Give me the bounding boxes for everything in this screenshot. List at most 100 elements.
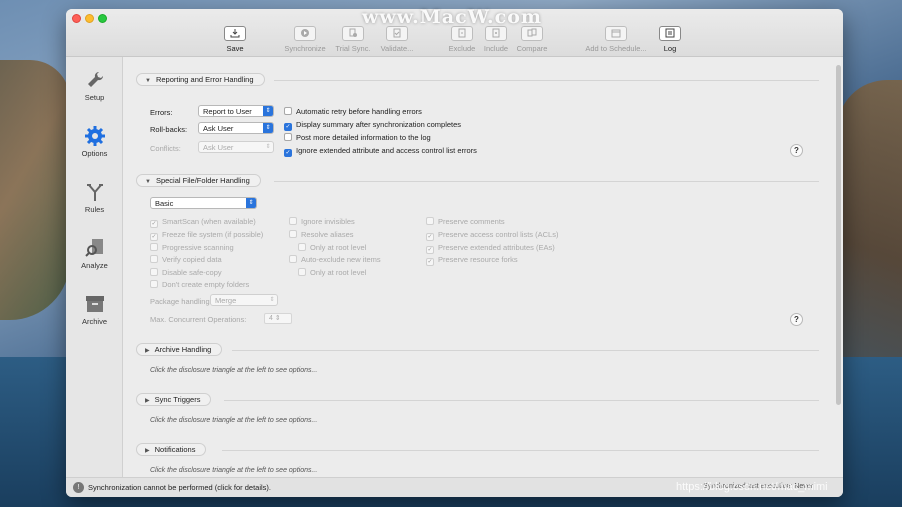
close-window-button[interactable]: [72, 14, 81, 23]
sidebar-item-rules[interactable]: Rules: [66, 181, 123, 214]
checkbox-label: Preserve extended attributes (EAs): [438, 243, 555, 252]
section-divider: [274, 181, 819, 182]
reporting-help-button[interactable]: ?: [790, 144, 803, 157]
status-message[interactable]: Synchronization cannot be performed (cli…: [88, 483, 271, 492]
checkbox-label: Disable safe-copy: [162, 268, 222, 277]
package-handling-label: Package handling:: [150, 297, 212, 306]
section-reporting-title: Reporting and Error Handling: [155, 75, 254, 84]
special-help-button[interactable]: ?: [790, 313, 803, 326]
sidebar-item-label: Archive: [81, 317, 107, 326]
popup-arrows-icon: ⇕: [265, 144, 271, 150]
disable-safe-copy-checkbox[interactable]: Disable safe-copy: [150, 268, 222, 277]
verify-data-checkbox[interactable]: Verify copied data: [150, 255, 222, 264]
ignore-invisibles-checkbox[interactable]: Ignore invisibles: [289, 217, 355, 226]
checkbox-box: [150, 280, 158, 288]
rollbacks-popup[interactable]: Ask User ⇕: [198, 122, 274, 134]
checkmark-icon: ✓: [426, 258, 434, 266]
rules-fork-icon: [86, 184, 103, 201]
notifications-hint: Click the disclosure triangle at the lef…: [150, 467, 318, 474]
toolbar-trial-sync-label: Trial Sync.: [335, 44, 371, 53]
vertical-scrollbar[interactable]: [836, 65, 841, 405]
checkbox-label: Display summary after synchronization co…: [296, 120, 462, 129]
ignore-ea-errors-checkbox[interactable]: ✓ Ignore extended attribute and access co…: [284, 146, 477, 157]
save-icon: [224, 26, 246, 41]
schedule-icon: [605, 26, 627, 41]
no-empty-folders-checkbox[interactable]: Don't create empty folders: [150, 280, 249, 289]
sidebar: Setup Options Rules Analyze Archive: [66, 57, 123, 477]
retry-checkbox[interactable]: Automatic retry before handling errors: [284, 107, 422, 116]
checkbox-label: Preserve access control lists (ACLs): [438, 230, 559, 239]
toolbar-log-button[interactable]: Log: [644, 26, 696, 53]
detailed-log-checkbox[interactable]: Post more detailed information to the lo…: [284, 133, 431, 142]
exclude-root-only-checkbox[interactable]: Only at root level: [298, 268, 366, 277]
section-divider: [222, 450, 819, 451]
warning-icon: !: [73, 482, 84, 493]
minimize-window-button[interactable]: [85, 14, 94, 23]
disclosure-closed-icon[interactable]: ▶: [145, 346, 150, 356]
popup-arrows-icon: ⇕: [263, 123, 273, 133]
errors-label: Errors:: [150, 108, 173, 117]
freeze-fs-checkbox[interactable]: ✓ Freeze file system (if possible): [150, 230, 263, 241]
magnifier-doc-icon: [84, 239, 103, 257]
toolbar-log-label: Log: [663, 44, 677, 53]
toolbar-save-button[interactable]: Save: [209, 26, 261, 53]
section-notifications-header[interactable]: ▶ Notifications: [136, 443, 207, 456]
disclosure-closed-icon[interactable]: ▶: [145, 396, 150, 406]
compare-icon: [521, 26, 543, 41]
sidebar-item-label: Options: [81, 149, 108, 158]
zoom-window-button[interactable]: [98, 14, 107, 23]
section-reporting-header[interactable]: ▼ Reporting and Error Handling: [136, 73, 265, 86]
checkbox-box: [298, 243, 306, 251]
section-special-title: Special File/Folder Handling: [155, 176, 250, 185]
checkbox-box: [284, 107, 292, 115]
preserve-acls-checkbox[interactable]: ✓ Preserve access control lists (ACLs): [426, 230, 558, 241]
display-summary-checkbox[interactable]: ✓ Display summary after synchronization c…: [284, 120, 461, 131]
toolbar-validate-button[interactable]: Validate...: [371, 26, 423, 53]
disclosure-closed-icon[interactable]: ▶: [145, 446, 150, 456]
checkbox-box: [150, 268, 158, 276]
package-handling-value: Merge: [215, 296, 237, 305]
wrench-icon: [87, 71, 103, 87]
rollbacks-popup-value: Ask User: [203, 124, 234, 133]
aliases-root-only-checkbox[interactable]: Only at root level: [298, 243, 366, 252]
special-mode-popup[interactable]: Basic ⇕: [150, 197, 257, 209]
toolbar-compare-button[interactable]: Compare: [506, 26, 558, 53]
checkbox-label: Don't create empty folders: [162, 280, 250, 289]
section-special-header[interactable]: ▼ Special File/Folder Handling: [136, 174, 261, 187]
sidebar-item-setup[interactable]: Setup: [66, 69, 123, 102]
checkbox-label: Only at root level: [310, 268, 367, 277]
disclosure-open-icon[interactable]: ▼: [145, 76, 151, 86]
toolbar-validate-label: Validate...: [380, 44, 414, 53]
checkbox-label: Ignore invisibles: [301, 217, 355, 226]
toolbar-synchronize-button[interactable]: Synchronize: [279, 26, 331, 53]
concurrent-ops-stepper[interactable]: 4 ⇕: [264, 313, 292, 324]
sidebar-item-analyze[interactable]: Analyze: [66, 237, 123, 270]
progressive-scan-checkbox[interactable]: Progressive scanning: [150, 243, 234, 252]
archive-hint: Click the disclosure triangle at the lef…: [150, 367, 318, 374]
popup-arrows-icon: ⇕: [246, 198, 256, 208]
sidebar-item-archive[interactable]: Archive: [66, 293, 123, 326]
auto-exclude-checkbox[interactable]: Auto-exclude new items: [289, 255, 381, 264]
preserve-eas-checkbox[interactable]: ✓ Preserve extended attributes (EAs): [426, 243, 555, 254]
sidebar-item-options[interactable]: Options: [66, 125, 123, 158]
rollbacks-label: Roll-backs:: [150, 125, 188, 134]
checkbox-label: Progressive scanning: [162, 243, 234, 252]
conflicts-label: Conflicts:: [150, 144, 181, 153]
errors-popup[interactable]: Report to User ⇕: [198, 105, 274, 117]
toolbar-add-to-schedule-label: Add to Schedule...: [585, 44, 647, 53]
smartscan-checkbox[interactable]: ✓ SmartScan (when available): [150, 217, 256, 228]
disclosure-open-icon[interactable]: ▼: [145, 177, 151, 187]
conflicts-popup[interactable]: Ask User ⇕: [198, 141, 274, 153]
preserve-comments-checkbox[interactable]: Preserve comments: [426, 217, 505, 226]
section-sync-triggers-header[interactable]: ▶ Sync Triggers: [136, 393, 212, 406]
package-handling-popup[interactable]: Merge ⇕: [210, 294, 278, 306]
resolve-aliases-checkbox[interactable]: Resolve aliases: [289, 230, 354, 239]
preserve-forks-checkbox[interactable]: ✓ Preserve resource forks: [426, 255, 518, 266]
section-sync-triggers-title: Sync Triggers: [154, 395, 201, 404]
desktop-rock-left: [0, 60, 70, 320]
section-archive-title: Archive Handling: [154, 345, 212, 354]
checkbox-label: Only at root level: [310, 243, 367, 252]
section-archive-header[interactable]: ▶ Archive Handling: [136, 343, 223, 356]
blog-watermark: https://blog.csdn.net/mac_mimi: [676, 481, 828, 493]
checkbox-box: [289, 230, 297, 238]
